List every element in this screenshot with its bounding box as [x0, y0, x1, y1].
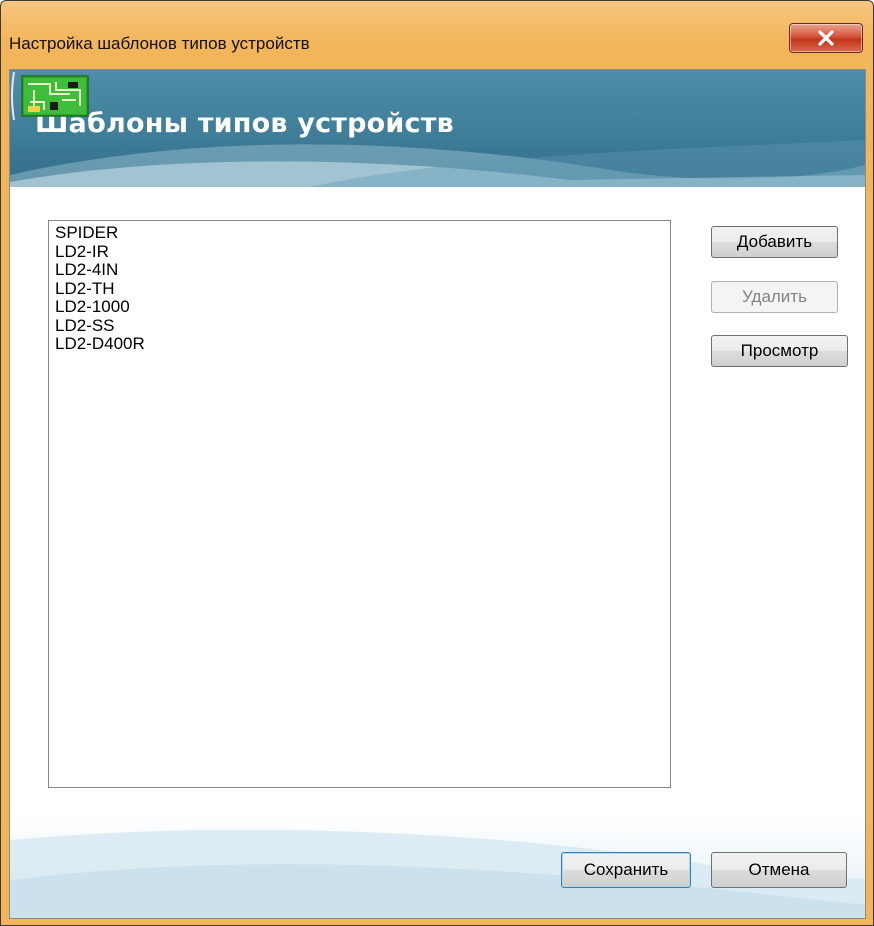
- header-banner: Шаблоны типов устройств: [10, 70, 865, 187]
- close-button[interactable]: [789, 23, 863, 53]
- device-templates-listbox[interactable]: SPIDER LD2-IR LD2-4IN LD2-TH LD2-1000 LD…: [48, 220, 671, 788]
- view-button[interactable]: Просмотр: [711, 335, 848, 367]
- list-item[interactable]: LD2-1000: [55, 297, 670, 317]
- window-title: Настройка шаблонов типов устройств: [9, 34, 310, 53]
- banner-title: Шаблоны типов устройств: [35, 108, 454, 139]
- list-item[interactable]: LD2-4IN: [55, 260, 670, 280]
- dialog-window: Настройка шаблонов типов устройств Шабло…: [0, 0, 874, 926]
- cancel-button[interactable]: Отмена: [711, 852, 847, 888]
- list-item[interactable]: SPIDER: [55, 223, 670, 243]
- list-item[interactable]: LD2-TH: [55, 279, 670, 299]
- circuit-board-icon: [11, 71, 89, 121]
- close-icon: [818, 30, 834, 46]
- add-button[interactable]: Добавить: [711, 226, 838, 258]
- title-bar[interactable]: Настройка шаблонов типов устройств: [1, 1, 873, 63]
- delete-button[interactable]: Удалить: [711, 281, 838, 313]
- dialog-client-area: Шаблоны типов устройств SPIDER LD2-IR LD…: [9, 69, 866, 919]
- list-item[interactable]: LD2-IR: [55, 242, 670, 262]
- list-item[interactable]: LD2-D400R: [55, 334, 670, 354]
- save-button[interactable]: Сохранить: [561, 852, 691, 888]
- list-item[interactable]: LD2-SS: [55, 316, 670, 336]
